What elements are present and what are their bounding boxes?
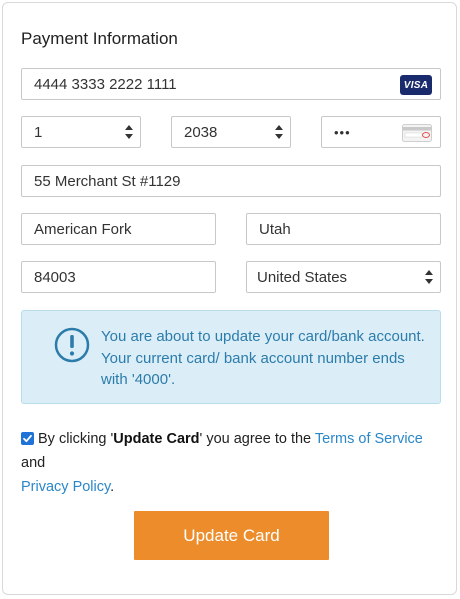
exp-month-select[interactable]: 1 xyxy=(21,116,141,148)
country-select[interactable]: United States xyxy=(246,261,441,293)
state-value: Utah xyxy=(259,220,291,238)
country-value: United States xyxy=(257,268,348,286)
exclamation-circle-icon xyxy=(54,327,90,363)
agreement-text: By clicking 'Update Card' you agree to t… xyxy=(21,427,446,499)
city-field[interactable]: American Fork xyxy=(21,213,216,245)
privacy-policy-link[interactable]: Privacy Policy xyxy=(21,479,110,495)
payment-panel: Payment Information 4444 3333 2222 1111 … xyxy=(2,2,457,595)
zip-value: 84003 xyxy=(34,268,76,286)
exp-month-value: 1 xyxy=(34,123,43,141)
update-card-button[interactable]: Update Card xyxy=(134,511,329,560)
info-notice: You are about to update your card/bank a… xyxy=(21,310,441,404)
city-value: American Fork xyxy=(34,220,132,238)
visa-card-icon: VISA xyxy=(400,75,432,95)
agree-and: and xyxy=(21,455,46,471)
card-number-field[interactable]: 4444 3333 2222 1111 VISA xyxy=(21,68,441,100)
agree-prefix: By clicking ' xyxy=(38,431,114,447)
card-back-icon xyxy=(402,124,432,142)
page-title: Payment Information xyxy=(21,29,178,48)
agree-middle: ' you agree to the xyxy=(199,431,315,447)
checkmark-icon xyxy=(23,434,32,443)
terms-of-service-link[interactable]: Terms of Service xyxy=(315,431,423,447)
cvv-value: ••• xyxy=(334,124,351,140)
zip-field[interactable]: 84003 xyxy=(21,261,216,293)
exp-year-value: 2038 xyxy=(184,123,218,141)
notice-text: You are about to update your card/bank a… xyxy=(101,328,425,388)
select-arrows-icon xyxy=(125,125,133,139)
select-arrows-icon xyxy=(275,125,283,139)
agree-checkbox[interactable] xyxy=(21,432,34,445)
address-field[interactable]: 55 Merchant St #1129 xyxy=(21,165,441,197)
state-field[interactable]: Utah xyxy=(246,213,441,245)
card-number-value: 4444 3333 2222 1111 xyxy=(34,75,177,93)
agree-suffix: . xyxy=(110,479,115,495)
exp-year-select[interactable]: 2038 xyxy=(171,116,291,148)
agree-button-ref: Update Card xyxy=(113,431,200,447)
address-value: 55 Merchant St #1129 xyxy=(34,172,181,190)
cvv-field[interactable]: ••• xyxy=(321,116,441,148)
select-arrows-icon xyxy=(425,270,433,284)
